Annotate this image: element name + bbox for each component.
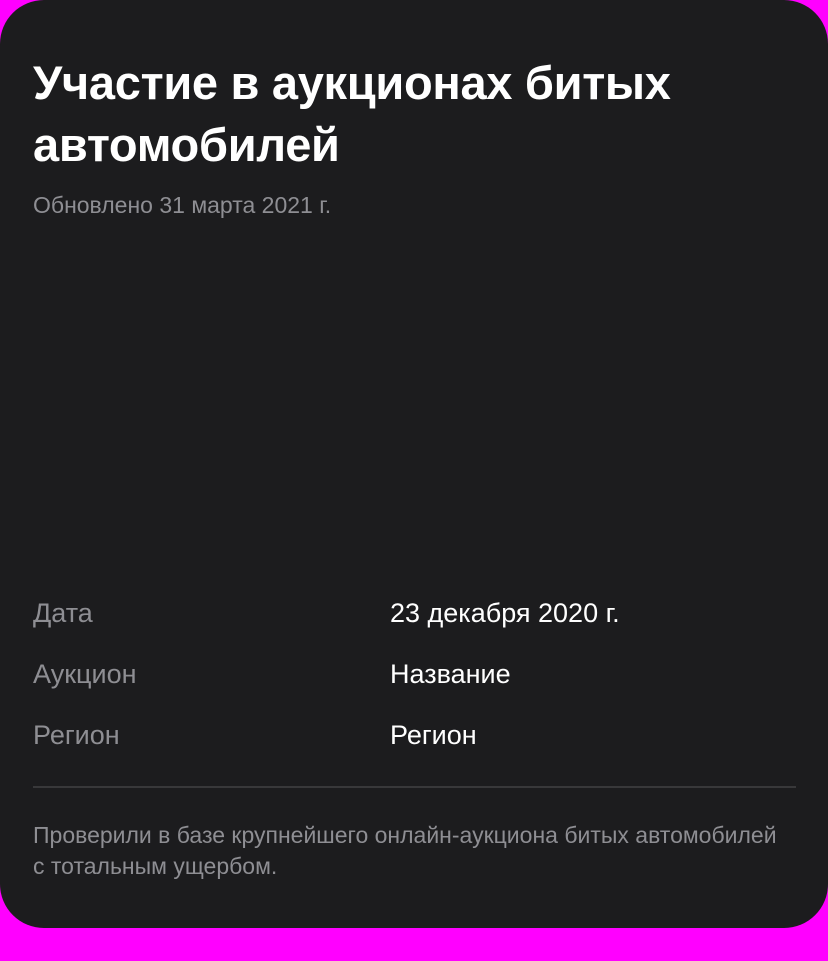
detail-label-auction: Аукцион [33, 659, 137, 689]
card-title: Участие в аукционах битых автомобилей [33, 56, 671, 171]
detail-row-date: Дата 23 декабря 2020 г. [33, 592, 796, 653]
detail-row-auction: Аукцион Название [33, 653, 796, 714]
auction-info-card: Участие в аукционах битых автомобилей Об… [0, 0, 828, 928]
detail-value-auction: Название [390, 659, 511, 689]
updated-date: Обновлено 31 марта 2021 г. [33, 192, 332, 218]
detail-label-date: Дата [33, 598, 93, 628]
source-footnote: Проверили в базе крупнейшего онлайн-аукц… [33, 822, 777, 879]
detail-value-date: 23 декабря 2020 г. [390, 598, 620, 628]
detail-row-region: Регион Регион [33, 714, 796, 775]
divider [33, 786, 796, 788]
detail-label-region: Регион [33, 720, 120, 750]
detail-value-region: Регион [390, 720, 477, 750]
details-list: Дата 23 декабря 2020 г. Аукцион Название… [33, 592, 796, 775]
